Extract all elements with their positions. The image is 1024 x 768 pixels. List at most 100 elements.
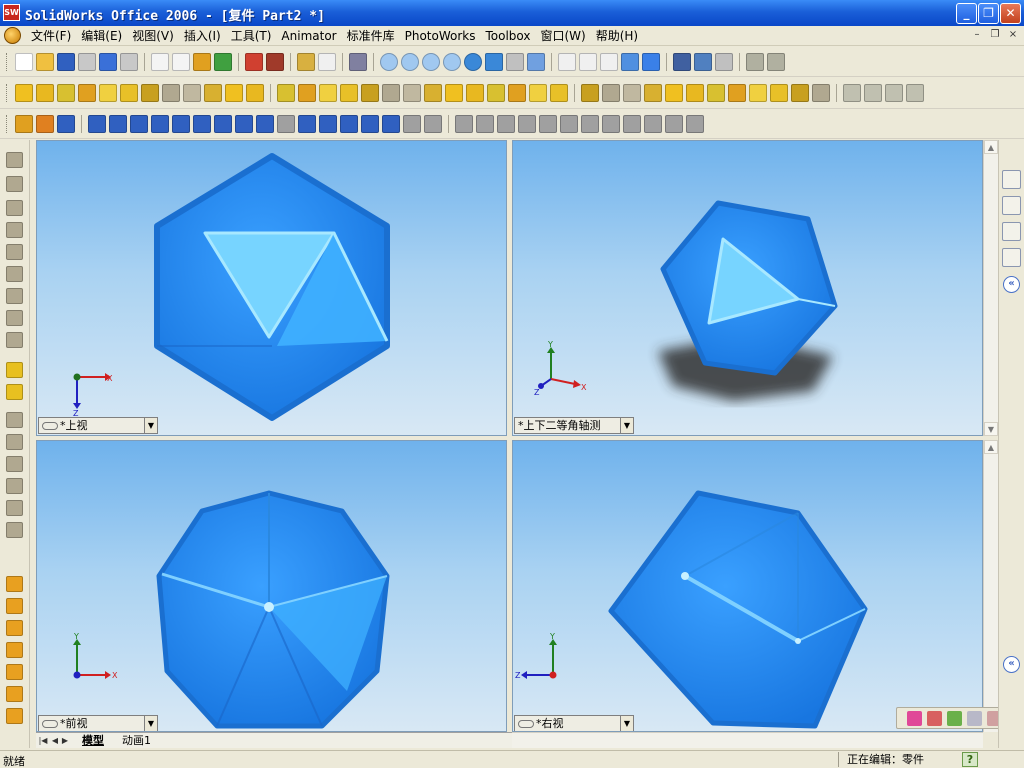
solidworks-logo-icon[interactable] (4, 27, 21, 44)
feature-tool-icon[interactable] (686, 83, 704, 102)
vertical-scrollbar-bottom[interactable]: ▲ (983, 440, 998, 732)
menu-item[interactable]: PhotoWorks (400, 28, 481, 44)
left-tool-icon[interactable] (6, 412, 23, 428)
edit-icon[interactable] (947, 711, 962, 726)
block-icon[interactable] (665, 114, 683, 133)
collapse-left-icon[interactable]: « (1003, 276, 1020, 293)
save-icon[interactable] (57, 52, 75, 71)
grid-sketch-icon[interactable] (361, 114, 379, 133)
view-orientation-dropdown[interactable]: *右视 ▼ (514, 715, 634, 731)
tab-model[interactable]: 模型 (72, 733, 114, 748)
rotate-entities-icon[interactable] (581, 114, 599, 133)
feature-tool-icon[interactable] (791, 83, 809, 102)
toolbar-grip[interactable] (6, 83, 9, 102)
left-tool-icon[interactable] (6, 478, 23, 494)
feature-tool-icon[interactable] (277, 83, 295, 102)
extend-icon[interactable] (476, 114, 494, 133)
feature-tool-icon[interactable] (340, 83, 358, 102)
zoom-in-out-icon[interactable] (422, 52, 440, 71)
horizontal-scrollbar[interactable] (512, 732, 983, 748)
close-button[interactable]: ✕ (1000, 3, 1021, 24)
text-icon[interactable] (382, 114, 400, 133)
sketch-edit-icon[interactable] (15, 114, 33, 133)
move-entities-icon[interactable] (539, 114, 557, 133)
minimize-button[interactable]: _ (956, 3, 977, 24)
ellipse-icon[interactable] (172, 114, 190, 133)
feature-tool-icon[interactable] (424, 83, 442, 102)
menu-item[interactable]: Animator (276, 28, 341, 44)
feature-tool-icon[interactable] (162, 83, 180, 102)
feature-tool-icon[interactable] (728, 83, 746, 102)
feature-tool-icon[interactable] (120, 83, 138, 102)
zoom-to-fit-icon[interactable] (380, 52, 398, 71)
left-tool-icon[interactable] (6, 598, 23, 614)
options-icon[interactable] (266, 52, 284, 71)
move-icon[interactable] (907, 711, 922, 726)
feature-tool-icon[interactable] (466, 83, 484, 102)
open-folder-icon[interactable] (36, 52, 54, 71)
reference-icon[interactable] (767, 52, 785, 71)
shaded-icon[interactable] (642, 52, 660, 71)
left-tool-icon[interactable] (6, 456, 23, 472)
feature-tool-icon[interactable] (707, 83, 725, 102)
pan-icon[interactable] (485, 52, 503, 71)
roll-view-icon[interactable] (506, 52, 524, 71)
relations-icon[interactable] (57, 114, 75, 133)
shaded-edges-icon[interactable] (621, 52, 639, 71)
left-tool-icon[interactable] (6, 434, 23, 450)
zoom-selection-icon[interactable] (443, 52, 461, 71)
circle-icon[interactable] (130, 114, 148, 133)
scroll-down-icon[interactable]: ▼ (984, 422, 998, 436)
convert-entities-icon[interactable] (403, 114, 421, 133)
print-icon[interactable] (78, 52, 96, 71)
tab-first-icon[interactable]: |◀ (38, 734, 48, 747)
point-icon[interactable] (340, 114, 358, 133)
view-orientation-dropdown[interactable]: *上下二等角轴测 ▼ (514, 417, 634, 434)
chevron-down-icon[interactable]: ▼ (620, 716, 633, 731)
feature-tool-icon[interactable] (623, 83, 641, 102)
feature-tool-icon[interactable] (246, 83, 264, 102)
dimension-icon[interactable] (746, 52, 764, 71)
feature-tool-icon[interactable] (36, 83, 54, 102)
feature-tool-icon[interactable] (529, 83, 547, 102)
copy-entities-icon[interactable] (560, 114, 578, 133)
solidworks-app-icon[interactable]: SW (3, 4, 20, 21)
smart-select-icon[interactable] (172, 52, 190, 71)
view-orientation-icon[interactable] (297, 52, 315, 71)
menu-item[interactable]: 帮助(H) (591, 28, 643, 44)
feature-tool-icon[interactable] (508, 83, 526, 102)
view-orientation-dropdown[interactable]: *上视 ▼ (38, 417, 158, 434)
viewport-dimetric[interactable]: Y X Z *上下二等角轴测 ▼ (512, 140, 983, 436)
feature-tool-icon[interactable] (749, 83, 767, 102)
left-tool-icon[interactable] (6, 686, 23, 702)
menu-item[interactable]: Toolbox (480, 28, 535, 44)
construction-icon[interactable] (644, 114, 662, 133)
feature-tool-icon[interactable] (812, 83, 830, 102)
pattern-icon[interactable] (518, 114, 536, 133)
feature-tool-icon[interactable] (298, 83, 316, 102)
left-tool-icon[interactable] (6, 152, 23, 168)
feature-tool-icon[interactable] (99, 83, 117, 102)
left-tool-icon[interactable] (6, 288, 23, 304)
menu-item[interactable]: 视图(V) (127, 28, 179, 44)
left-tool-icon[interactable] (6, 266, 23, 282)
left-tool-icon[interactable] (6, 620, 23, 636)
left-tool-icon[interactable] (6, 176, 23, 192)
menu-item[interactable]: 工具(T) (226, 28, 277, 44)
menu-item[interactable]: 文件(F) (26, 28, 76, 44)
chevron-down-icon[interactable]: ▼ (620, 418, 633, 433)
feature-tool-icon[interactable] (204, 83, 222, 102)
feature-tool-icon[interactable] (770, 83, 788, 102)
zoom-area-icon[interactable] (401, 52, 419, 71)
left-tool-icon[interactable] (6, 664, 23, 680)
appearances-icon[interactable] (1002, 248, 1021, 267)
split-icon[interactable] (623, 114, 641, 133)
sweep-icon[interactable] (864, 83, 882, 102)
left-tool-icon[interactable] (6, 522, 23, 538)
feature-tool-icon[interactable] (487, 83, 505, 102)
design-library-icon[interactable] (1002, 196, 1021, 215)
rectangle-icon[interactable] (109, 114, 127, 133)
viewport-front[interactable]: Y X *前视 ▼ (36, 440, 507, 732)
feature-tool-icon[interactable] (15, 83, 33, 102)
menu-item[interactable]: 插入(I) (179, 28, 226, 44)
